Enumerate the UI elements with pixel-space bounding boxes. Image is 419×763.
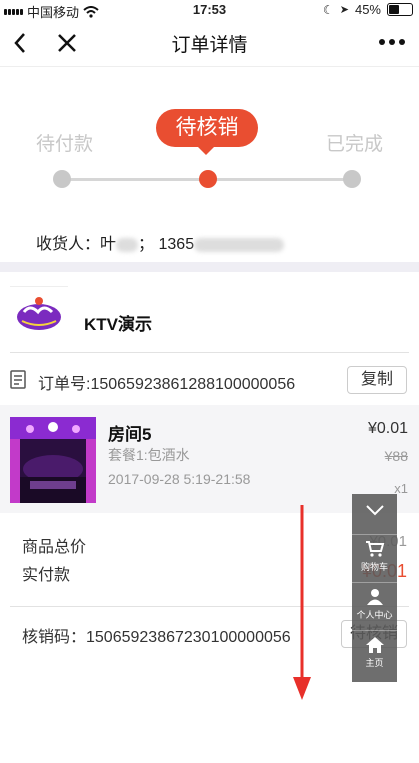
shop-logo xyxy=(10,286,68,330)
person-icon xyxy=(366,589,383,605)
item-original-price: ¥88 xyxy=(384,448,408,464)
shop-header[interactable]: KTV演示 xyxy=(0,272,419,353)
item-package: 套餐1:包酒水 xyxy=(108,447,190,463)
redacted-phone xyxy=(194,237,285,252)
moon-icon: ☾ xyxy=(322,2,334,17)
redacted-name xyxy=(116,237,139,252)
step-dot-3 xyxy=(343,170,361,188)
item-price: ¥0.01 xyxy=(367,420,408,437)
battery-fill xyxy=(389,5,399,14)
menu-separator xyxy=(352,582,397,583)
total-label: 商品总价 xyxy=(22,539,87,556)
navbar: 订单详情 xyxy=(0,20,419,67)
receiver-info: 收货人：叶 ； 1365 xyxy=(36,230,285,254)
shop-name: KTV演示 xyxy=(84,315,152,334)
collapse-menu-item[interactable] xyxy=(352,502,397,520)
home-icon xyxy=(365,637,384,653)
cart-menu-item[interactable]: 购物车 xyxy=(352,540,397,573)
item-name: 房间5 xyxy=(108,425,152,444)
receiver-phone: 1365 xyxy=(158,236,195,253)
receiver-label: 收货人： xyxy=(36,236,101,253)
document-icon xyxy=(10,370,26,389)
receiver-separator: ； xyxy=(138,236,155,253)
step-awaiting-verification: 待核销 xyxy=(156,109,258,147)
receiver-name: 叶 xyxy=(100,236,117,253)
cart-icon xyxy=(365,541,384,557)
step-dot-1 xyxy=(53,170,71,188)
step-dot-2 xyxy=(199,170,217,188)
verification-code: 核销码：15065923867230100000056 xyxy=(22,629,291,646)
page-title: 订单详情 xyxy=(171,35,248,56)
item-thumbnail xyxy=(10,417,96,503)
profile-menu-item[interactable]: 个人中心 xyxy=(352,588,397,621)
home-label: 主页 xyxy=(365,658,384,668)
status-bar: 中国移动 17:53 ☾ ➤ 45% xyxy=(0,0,419,20)
step-completed: 已完成 xyxy=(326,134,384,155)
bubble-tip xyxy=(196,145,216,155)
more-options-icon[interactable] xyxy=(379,32,409,52)
order-progress: 待付款 待核销 已完成 收货人：叶 ； 1365 xyxy=(0,67,419,262)
profile-label: 个人中心 xyxy=(356,610,393,620)
chevron-down-icon xyxy=(365,505,384,516)
battery-percent: 45% xyxy=(354,2,381,17)
status-right: ☾ ➤ 45% xyxy=(323,2,413,17)
battery-icon xyxy=(387,3,413,16)
floating-menu: 购物车 个人中心 主页 xyxy=(352,494,397,682)
menu-separator xyxy=(352,630,397,631)
copy-button[interactable]: 复制 xyxy=(347,366,407,394)
order-number: 订单号:15065923861288100000056 xyxy=(38,376,296,393)
item-time: 2017-09-28 5:19-21:58 xyxy=(108,471,251,487)
menu-separator xyxy=(352,534,397,535)
paid-label: 实付款 xyxy=(22,567,71,584)
home-menu-item[interactable]: 主页 xyxy=(352,636,397,669)
section-divider xyxy=(0,262,419,272)
location-icon: ➤ xyxy=(339,4,349,16)
order-number-row: 订单号:15065923861288100000056 复制 xyxy=(0,353,419,405)
scroll-down-arrow-annotation xyxy=(293,505,311,700)
step-pending-payment: 待付款 xyxy=(36,134,94,155)
cart-label: 购物车 xyxy=(360,562,388,572)
